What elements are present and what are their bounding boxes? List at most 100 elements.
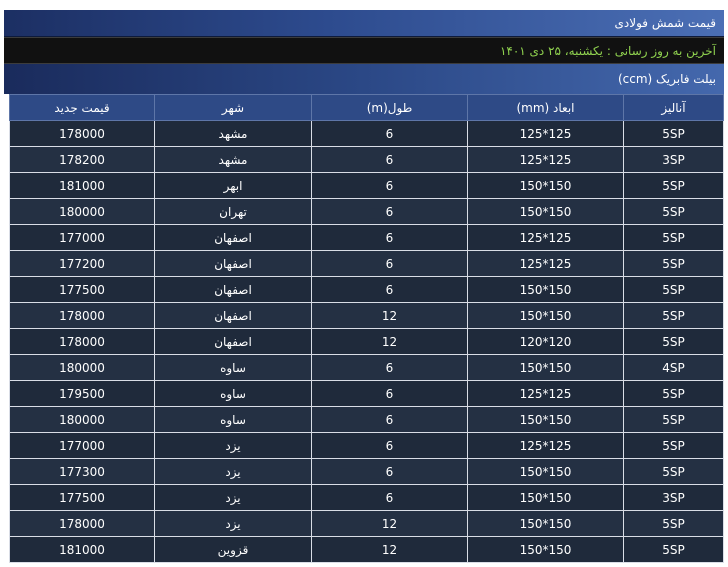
cell-analysis: 5SP	[623, 458, 724, 485]
cell-dimensions: 120*120	[467, 328, 624, 355]
cell-analysis: 5SP	[623, 302, 724, 329]
cell-dimensions: 150*150	[467, 484, 624, 511]
cell-city: ساوه	[154, 406, 312, 433]
cell-length: 6	[311, 250, 468, 277]
cell-city: یزد	[154, 432, 312, 459]
cell-length: 6	[311, 406, 468, 433]
cell-dimensions: 125*125	[467, 146, 624, 173]
table-row: 5SP 125*125 6 ساوه 179500	[9, 380, 724, 407]
cell-length: 12	[311, 536, 468, 563]
cell-length: 6	[311, 380, 468, 407]
table-row: 5SP 150*150 6 یزد 177300	[9, 458, 724, 485]
cell-new-price: 178000	[9, 302, 155, 329]
table-row: 5SP 150*150 12 قزوین 181000	[9, 536, 724, 563]
cell-length: 6	[311, 354, 468, 381]
cell-new-price: 177200	[9, 250, 155, 277]
cell-city: یزد	[154, 484, 312, 511]
table-row: 5SP 125*125 6 اصفهان 177000	[9, 224, 724, 251]
cell-city: قزوین	[154, 536, 312, 563]
cell-new-price: 181000	[9, 172, 155, 199]
cell-dimensions: 125*125	[467, 120, 624, 147]
cell-new-price: 178000	[9, 510, 155, 537]
cell-city: مشهد	[154, 120, 312, 147]
page-title: قیمت شمش فولادی	[4, 10, 724, 37]
table-row: 5SP 150*150 6 ساوه 180000	[9, 406, 724, 433]
cell-new-price: 180000	[9, 198, 155, 225]
page: قیمت شمش فولادی آخرین به روز رسانی : یکش…	[0, 0, 728, 567]
cell-dimensions: 125*125	[467, 432, 624, 459]
cell-length: 6	[311, 198, 468, 225]
price-table: آنالیز ابعاد (mm) طول(m) شهر قیمت جدید 5…	[9, 94, 724, 563]
cell-new-price: 178000	[9, 328, 155, 355]
table-row: 5SP 150*150 6 اصفهان 177500	[9, 276, 724, 303]
cell-length: 6	[311, 484, 468, 511]
cell-length: 6	[311, 172, 468, 199]
column-header-length: طول(m)	[311, 94, 468, 121]
cell-new-price: 178200	[9, 146, 155, 173]
cell-analysis: 5SP	[623, 198, 724, 225]
product-title: بیلت فابریک (ccm)	[4, 64, 724, 94]
table-header-row: آنالیز ابعاد (mm) طول(m) شهر قیمت جدید	[9, 94, 724, 121]
cell-city: ابهر	[154, 172, 312, 199]
cell-new-price: 177000	[9, 224, 155, 251]
cell-dimensions: 150*150	[467, 276, 624, 303]
cell-dimensions: 125*125	[467, 224, 624, 251]
table-row: 5SP 125*125 6 اصفهان 177200	[9, 250, 724, 277]
cell-city: اصفهان	[154, 302, 312, 329]
cell-dimensions: 125*125	[467, 250, 624, 277]
cell-city: ساوه	[154, 354, 312, 381]
table-row: 4SP 150*150 6 ساوه 180000	[9, 354, 724, 381]
column-header-city: شهر	[154, 94, 312, 121]
cell-dimensions: 150*150	[467, 510, 624, 537]
cell-new-price: 180000	[9, 354, 155, 381]
cell-new-price: 177300	[9, 458, 155, 485]
cell-city: تهران	[154, 198, 312, 225]
cell-new-price: 177500	[9, 484, 155, 511]
column-header-dimensions: ابعاد (mm)	[467, 94, 624, 121]
cell-new-price: 177000	[9, 432, 155, 459]
column-header-new-price: قیمت جدید	[9, 94, 155, 121]
cell-length: 6	[311, 120, 468, 147]
cell-new-price: 180000	[9, 406, 155, 433]
cell-analysis: 5SP	[623, 224, 724, 251]
cell-analysis: 5SP	[623, 172, 724, 199]
cell-analysis: 3SP	[623, 146, 724, 173]
cell-new-price: 178000	[9, 120, 155, 147]
last-update-text: آخرین به روز رسانی : یکشنبه، ۲۵ دی ۱۴۰۱	[4, 37, 724, 64]
cell-analysis: 5SP	[623, 250, 724, 277]
cell-city: ساوه	[154, 380, 312, 407]
cell-city: اصفهان	[154, 250, 312, 277]
table-row: 5SP 150*150 6 تهران 180000	[9, 198, 724, 225]
table-row: 5SP 125*125 6 مشهد 178000	[9, 120, 724, 147]
cell-length: 6	[311, 224, 468, 251]
cell-analysis: 5SP	[623, 328, 724, 355]
cell-length: 6	[311, 146, 468, 173]
cell-dimensions: 150*150	[467, 536, 624, 563]
cell-analysis: 5SP	[623, 510, 724, 537]
table-body: 5SP 125*125 6 مشهد 178000 3SP 125*125 6 مشهد 1782…	[9, 120, 724, 563]
cell-dimensions: 125*125	[467, 380, 624, 407]
cell-city: اصفهان	[154, 224, 312, 251]
cell-new-price: 181000	[9, 536, 155, 563]
cell-analysis: 4SP	[623, 354, 724, 381]
table-row: 5SP 120*120 12 اصفهان 178000	[9, 328, 724, 355]
table-row: 3SP 125*125 6 مشهد 178200	[9, 146, 724, 173]
cell-analysis: 5SP	[623, 432, 724, 459]
cell-dimensions: 150*150	[467, 172, 624, 199]
cell-new-price: 179500	[9, 380, 155, 407]
table-row: 5SP 150*150 6 ابهر 181000	[9, 172, 724, 199]
cell-city: اصفهان	[154, 276, 312, 303]
cell-dimensions: 150*150	[467, 354, 624, 381]
table-row: 5SP 150*150 12 اصفهان 178000	[9, 302, 724, 329]
cell-city: اصفهان	[154, 328, 312, 355]
cell-length: 12	[311, 302, 468, 329]
column-header-analysis: آنالیز	[623, 94, 724, 121]
cell-length: 6	[311, 432, 468, 459]
cell-analysis: 3SP	[623, 484, 724, 511]
cell-length: 12	[311, 328, 468, 355]
cell-dimensions: 150*150	[467, 198, 624, 225]
table-row: 5SP 150*150 12 یزد 178000	[9, 510, 724, 537]
cell-city: یزد	[154, 510, 312, 537]
cell-dimensions: 150*150	[467, 302, 624, 329]
cell-length: 6	[311, 458, 468, 485]
